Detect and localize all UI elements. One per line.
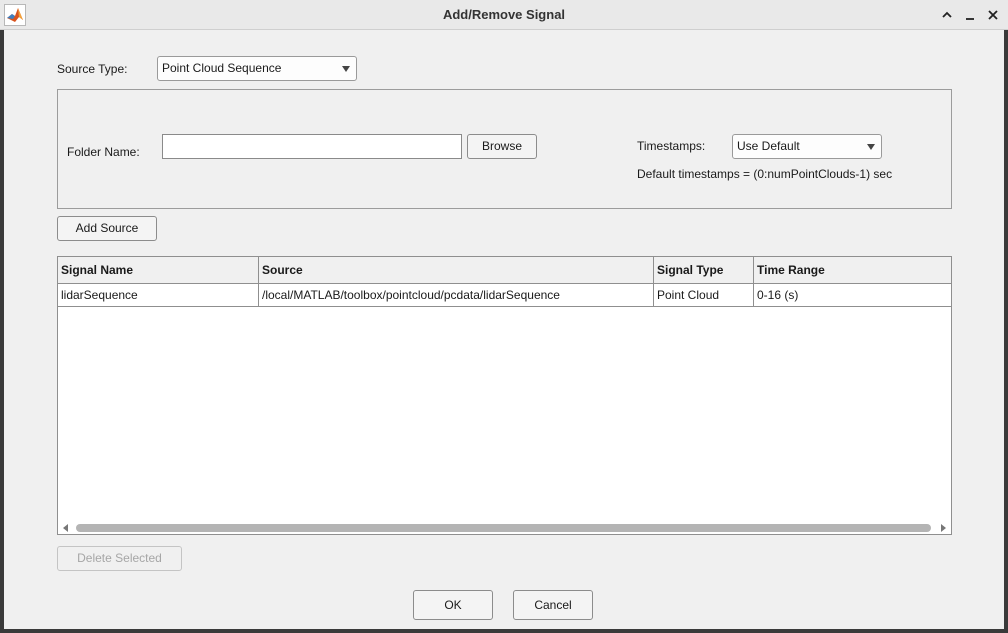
maximize-icon[interactable] bbox=[937, 5, 957, 25]
minimize-icon[interactable] bbox=[960, 5, 980, 25]
cell-signal-type: Point Cloud bbox=[654, 284, 754, 306]
browse-button[interactable]: Browse bbox=[467, 134, 537, 159]
cell-source: /local/MATLAB/toolbox/pointcloud/pcdata/… bbox=[259, 284, 654, 306]
delete-selected-button[interactable]: Delete Selected bbox=[57, 546, 182, 571]
timestamps-label: Timestamps: bbox=[637, 139, 706, 153]
source-options-panel: Folder Name: Browse Timestamps: Use Defa… bbox=[57, 89, 952, 209]
chevron-down-icon bbox=[867, 144, 875, 150]
column-header-signal-name[interactable]: Signal Name bbox=[58, 257, 259, 284]
horizontal-scrollbar[interactable] bbox=[58, 522, 951, 534]
column-header-signal-type[interactable]: Signal Type bbox=[654, 257, 754, 284]
folder-name-label: Folder Name: bbox=[67, 145, 140, 159]
timestamps-dropdown[interactable]: Use Default bbox=[732, 134, 882, 159]
dialog-window: Add/Remove Signal Source Type: Point Clo… bbox=[0, 0, 1008, 633]
default-timestamps-note: Default timestamps = (0:numPointClouds-1… bbox=[637, 167, 893, 181]
scroll-right-icon[interactable] bbox=[941, 524, 946, 532]
scroll-left-icon[interactable] bbox=[63, 524, 68, 532]
table-row[interactable]: lidarSequence /local/MATLAB/toolbox/poin… bbox=[58, 284, 951, 307]
chevron-down-icon bbox=[342, 66, 350, 72]
cancel-button[interactable]: Cancel bbox=[513, 590, 593, 620]
source-type-selected: Point Cloud Sequence bbox=[162, 61, 282, 75]
column-header-source[interactable]: Source bbox=[259, 257, 654, 284]
window-title: Add/Remove Signal bbox=[442, 7, 566, 22]
source-type-dropdown[interactable]: Point Cloud Sequence bbox=[157, 56, 357, 81]
cell-signal-name: lidarSequence bbox=[58, 284, 259, 306]
title-bar[interactable]: Add/Remove Signal bbox=[0, 0, 1008, 30]
add-source-button[interactable]: Add Source bbox=[57, 216, 157, 241]
timestamps-selected: Use Default bbox=[737, 139, 800, 153]
cell-time-range: 0-16 (s) bbox=[757, 288, 799, 302]
close-icon[interactable] bbox=[983, 5, 1003, 25]
folder-name-input[interactable] bbox=[162, 134, 462, 159]
dialog-content: Source Type: Point Cloud Sequence Folder… bbox=[4, 30, 1004, 629]
signal-table[interactable]: Signal Name Source Signal Type Time Rang… bbox=[57, 256, 952, 535]
scrollbar-thumb[interactable] bbox=[76, 524, 931, 532]
source-type-label: Source Type: bbox=[57, 62, 128, 76]
column-header-time-range[interactable]: Time Range bbox=[754, 257, 951, 284]
table-header: Signal Name Source Signal Type Time Rang… bbox=[58, 257, 951, 284]
ok-button[interactable]: OK bbox=[413, 590, 493, 620]
